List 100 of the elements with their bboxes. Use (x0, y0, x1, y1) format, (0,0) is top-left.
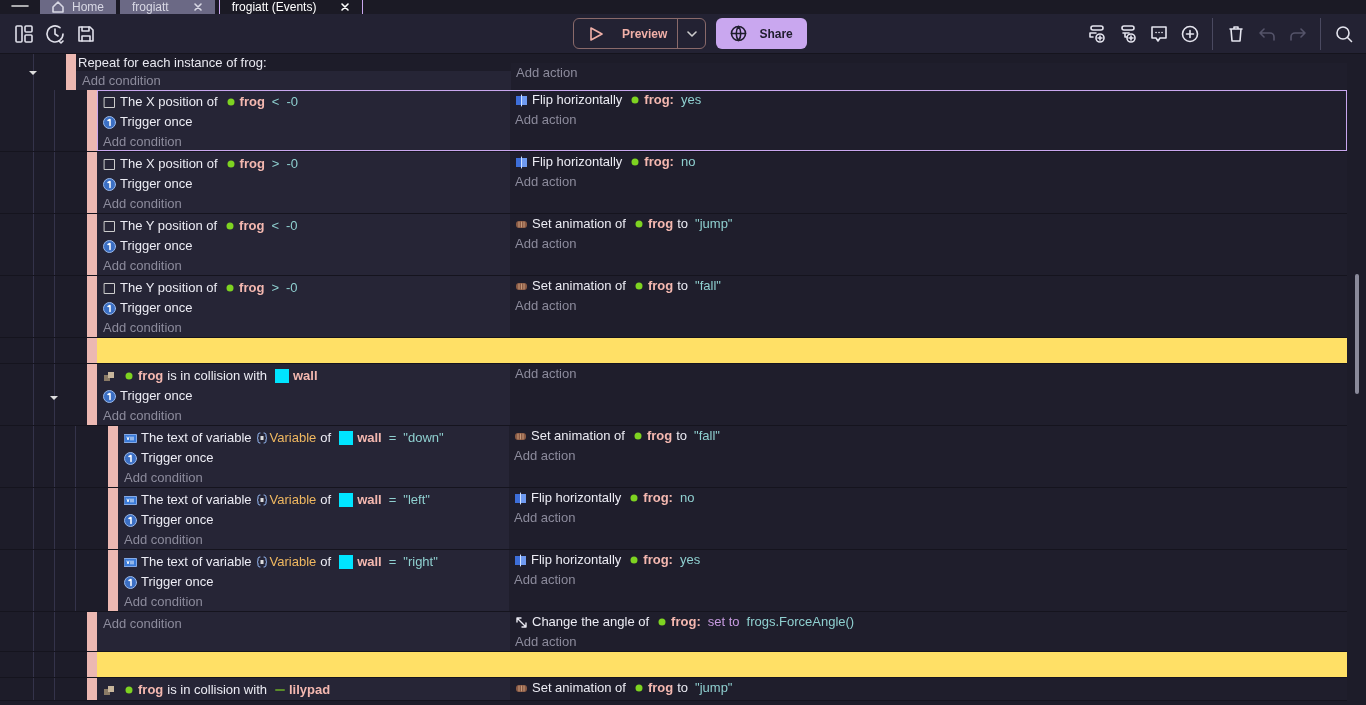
tab[interactable]: frogiatt (Events) (218, 0, 364, 14)
value-text[interactable]: "jump" (695, 678, 733, 698)
add-condition-link[interactable]: Add condition (103, 132, 510, 151)
object-name[interactable]: frog (647, 214, 674, 234)
object-name[interactable]: frog (138, 366, 164, 386)
add-condition-link[interactable]: Add condition (103, 256, 510, 275)
add-condition-link[interactable]: Add condition (124, 592, 509, 611)
object-name[interactable]: lilypad (289, 680, 331, 700)
value-text[interactable]: -0 (286, 154, 298, 174)
value-text[interactable]: "fall" (695, 276, 721, 296)
circle-badge-icon (124, 513, 137, 527)
value-text[interactable]: "right" (403, 552, 438, 572)
add-condition-link[interactable]: Add condition (103, 318, 510, 337)
add-action-link[interactable]: Add action (514, 508, 1347, 527)
value-text[interactable]: "fall" (694, 426, 720, 446)
clause-text: Set animation of (532, 679, 626, 698)
value-text[interactable]: = (388, 428, 397, 448)
add-action-link[interactable]: Add action (515, 110, 1347, 129)
add-condition-link[interactable]: Add condition (103, 194, 510, 213)
value-text[interactable]: = (388, 552, 397, 572)
clause-text: is in collision with (167, 681, 267, 700)
save-icon (75, 23, 96, 44)
object-name[interactable]: wall (357, 490, 382, 510)
add-action-link[interactable]: Add action (515, 364, 1347, 383)
search-button[interactable] (1333, 23, 1354, 44)
add-condition-link[interactable]: Add condition (124, 468, 509, 487)
value-text[interactable]: = (388, 490, 397, 510)
add-action-link[interactable]: Add action (515, 632, 1347, 651)
value-text[interactable]: "left" (403, 490, 430, 510)
list-plus-icon (1086, 23, 1107, 44)
value-text[interactable]: yes (680, 90, 702, 110)
variable-name[interactable]: Variable (269, 552, 317, 572)
object-name[interactable]: frog (647, 276, 674, 296)
value-text[interactable]: "jump" (695, 214, 733, 234)
braces-icon (255, 556, 268, 568)
object-name[interactable]: wall (357, 428, 382, 448)
value-text[interactable]: -0 (285, 278, 298, 298)
circle-badge-icon (103, 301, 116, 315)
globe-icon (730, 25, 748, 42)
caret-down-icon[interactable] (28, 68, 38, 78)
save-button[interactable] (75, 23, 96, 44)
value-text[interactable]: frogs.ForceAngle() (746, 612, 855, 632)
variable-name[interactable]: Variable (269, 490, 317, 510)
share-button[interactable]: Share (716, 18, 807, 49)
object-name[interactable]: wall (357, 552, 382, 572)
object-name[interactable]: frog: (671, 612, 701, 632)
add-action-link[interactable]: Add action (514, 570, 1347, 589)
value-text[interactable]: no (679, 488, 695, 508)
value-text[interactable]: > (271, 154, 280, 174)
tab[interactable]: Home (40, 0, 116, 14)
circle-badge-icon (103, 389, 116, 403)
object-name[interactable]: frog: (644, 152, 674, 172)
history-button[interactable] (44, 23, 65, 44)
comment-icon (1148, 23, 1169, 44)
scrollbar-thumb[interactable] (1354, 274, 1359, 394)
object-name[interactable]: wall (293, 366, 318, 386)
comment-button[interactable] (1148, 23, 1169, 44)
object-name[interactable]: frog (239, 278, 265, 298)
object-name[interactable]: frog: (644, 90, 674, 110)
add-action-link[interactable]: Add action (515, 234, 1347, 253)
value-text[interactable]: -0 (286, 92, 298, 112)
clause-text: Flip horizontally (531, 489, 622, 508)
caret-down-icon[interactable] (49, 393, 59, 403)
tab[interactable]: frogiatt (120, 0, 215, 14)
value-text[interactable]: yes (679, 550, 701, 570)
plus-circle-icon (1179, 23, 1200, 44)
value-text[interactable]: -0 (285, 216, 298, 236)
value-text[interactable]: "down" (403, 428, 444, 448)
add-action-link[interactable]: Add action (515, 296, 1347, 315)
clause-text: The X position of (120, 155, 218, 174)
clause-text: is in collision with (167, 367, 267, 386)
clause-text: Flip horizontally (532, 91, 623, 110)
object-name[interactable]: frog (646, 426, 673, 446)
value-text[interactable]: < (271, 92, 280, 112)
value-text[interactable]: < (271, 216, 279, 236)
object-name[interactable]: frog: (643, 550, 673, 570)
panels-button[interactable] (13, 23, 34, 44)
clause-text: Trigger once (120, 299, 193, 318)
object-name[interactable]: frog (138, 680, 164, 700)
square-icon (103, 281, 116, 295)
object-name[interactable]: frog (239, 92, 265, 112)
add-condition-link[interactable]: Add condition (124, 530, 509, 549)
value-text[interactable]: > (271, 278, 279, 298)
clause-text: Set animation of (532, 277, 626, 296)
clause-text: The text of variable (141, 429, 252, 448)
variable-name[interactable]: Variable (269, 428, 317, 448)
object-name[interactable]: frog: (643, 488, 673, 508)
add-event-button[interactable] (1086, 23, 1107, 44)
flip-icon (515, 155, 528, 169)
add-action-link[interactable]: Add action (514, 446, 1347, 465)
add-button[interactable] (1179, 23, 1200, 44)
object-name[interactable]: frog (239, 216, 265, 236)
add-action-link[interactable]: Add action (515, 172, 1347, 191)
object-name[interactable]: frog (647, 678, 674, 698)
object-name[interactable]: frog (239, 154, 265, 174)
value-text[interactable]: no (680, 152, 696, 172)
clause-text: The text of variable (141, 553, 252, 572)
keyword-text[interactable]: set to (707, 612, 740, 632)
clause-text: Change the angle of (532, 613, 650, 632)
add-condition-link[interactable]: Add condition (103, 406, 510, 425)
